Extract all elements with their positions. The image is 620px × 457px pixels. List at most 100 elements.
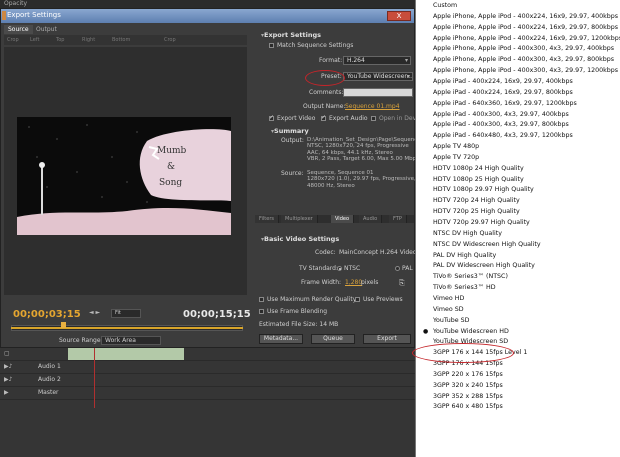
preset-option[interactable]: PAL DV Widescreen High Quality (416, 261, 619, 272)
set-in-point-icon[interactable]: ◄ (89, 309, 94, 316)
tab-ftp[interactable]: FTP (389, 215, 407, 223)
set-out-point-icon[interactable]: ► (96, 309, 101, 316)
preset-annotation-circle (305, 70, 345, 86)
frame-width-label: Frame Width: (301, 279, 342, 286)
source-output-tabs: Source Output (4, 25, 247, 34)
preset-option[interactable]: 3GPP 220 x 176 15fps (416, 370, 619, 381)
preset-option[interactable]: HDTV 1080p 29.97 High Quality (416, 185, 619, 196)
preset-option[interactable]: Apple iPad - 400x300, 4x3, 29.97, 800kbp… (416, 120, 619, 131)
summary-source-text: Sequence, Sequence 01 1280x720 (1.0), 29… (307, 170, 424, 189)
match-sequence-checkbox[interactable] (269, 43, 274, 48)
format-select[interactable]: H.264 (343, 56, 411, 65)
preset-option[interactable]: 3GPP 640 x 480 15fps (416, 402, 619, 413)
zoom-fit-select[interactable]: Fit (111, 309, 141, 318)
crop-left-field[interactable]: Left (30, 36, 39, 44)
preset-option[interactable]: Apple TV 480p (416, 142, 619, 153)
settings-tabs: Filters Multiplexer Video Audio FTP (255, 215, 414, 223)
preset-option[interactable]: TiVo® Series3™ HD (416, 283, 619, 294)
dialog-titlebar[interactable]: Export Settings X (1, 9, 414, 23)
export-video-checkbox[interactable] (269, 114, 274, 121)
comments-input[interactable] (343, 88, 413, 97)
current-timecode[interactable]: 00;00;03;15 (13, 309, 81, 320)
frame-width-value[interactable]: 1,280 (345, 279, 362, 286)
track-toggle-icons[interactable]: ▢ (4, 348, 10, 359)
audio-track-row: ▶♪ Audio 1 (0, 361, 415, 374)
preset-option[interactable]: Apple iPad - 640x480, 4x3, 29.97, 1200kb… (416, 131, 619, 142)
export-settings-dialog: Export Settings X Source Output Crop Lef… (0, 8, 426, 348)
preset-option[interactable]: HDTV 720p 25 High Quality (416, 207, 619, 218)
use-previews-checkbox[interactable] (355, 297, 360, 302)
tv-ntsc-radio[interactable] (337, 266, 342, 271)
preset-option[interactable]: HDTV 720p 29.97 High Quality (416, 218, 619, 229)
frame-blending-checkbox[interactable] (259, 309, 264, 314)
timeline-clip[interactable] (68, 348, 184, 360)
preview-playhead[interactable] (61, 322, 66, 328)
preset-option[interactable]: Apple iPhone, Apple iPod - 400x300, 4x3,… (416, 55, 619, 66)
queue-button[interactable]: Queue (311, 334, 355, 344)
close-button[interactable]: X (387, 11, 411, 21)
summary-output-line: NTSC, 1280x720, 24 fps, Progressive (307, 143, 409, 150)
preset-option[interactable]: Apple iPad - 640x360, 16x9, 29.97, 1200k… (416, 99, 619, 110)
export-settings-heading[interactable]: Export Settings (261, 31, 321, 39)
tab-video[interactable]: Video (331, 215, 355, 223)
timeline-playhead[interactable] (94, 348, 95, 408)
export-button[interactable]: Export (363, 334, 411, 344)
preset-option[interactable]: 3GPP 352 x 288 15fps (416, 392, 619, 403)
tab-filters[interactable]: Filters (255, 215, 279, 223)
preset-option[interactable]: Apple iPhone, Apple iPod - 400x224, 16x9… (416, 23, 619, 34)
open-in-device-central-label: Open in Dev (379, 115, 417, 122)
preset-option[interactable]: Apple iPad - 400x224, 16x9, 29.97, 800kb… (416, 88, 619, 99)
preset-option[interactable]: NTSC DV Widescreen High Quality (416, 240, 619, 251)
export-video-label: Export Video (277, 115, 316, 122)
tab-audio[interactable]: Audio (359, 215, 383, 223)
selection-annotation-circle (412, 343, 514, 363)
preset-option[interactable]: Vimeo HD (416, 294, 619, 305)
preset-option[interactable]: Apple iPhone, Apple iPod - 400x300, 4x3,… (416, 44, 619, 55)
preset-option[interactable]: TiVo® Series3™ (NTSC) (416, 272, 619, 283)
constrain-proportions-icon[interactable]: ⎘ (399, 279, 405, 288)
preset-option[interactable]: 3GPP 320 x 240 15fps (416, 381, 619, 392)
match-sequence-label: Match Sequence Settings (277, 42, 354, 49)
crop-proportions-select[interactable]: Crop (164, 36, 176, 44)
crop-bottom-field[interactable]: Bottom (112, 36, 130, 44)
tab-source[interactable]: Source (4, 25, 33, 34)
preset-option[interactable]: Apple iPad - 400x224, 16x9, 29.97, 400kb… (416, 77, 619, 88)
metadata-button[interactable]: Metadata... (259, 334, 303, 344)
preset-option[interactable]: Vimeo SD (416, 305, 619, 316)
expand-icon[interactable]: ▶ (4, 387, 9, 398)
preset-option[interactable]: HDTV 1080p 24 High Quality (416, 164, 619, 175)
preset-option[interactable]: Apple iPad - 400x300, 4x3, 29.97, 400kbp… (416, 110, 619, 121)
preset-option[interactable]: YouTube SD (416, 316, 619, 327)
summary-output-line: VBR, 2 Pass, Target 6.00, Max 5.00 Mbps (307, 155, 419, 162)
tab-output[interactable]: Output (32, 25, 61, 34)
tv-pal-radio[interactable] (395, 266, 400, 271)
summary-heading[interactable]: Summary (271, 127, 309, 135)
speaker-icon[interactable]: ▶♪ (4, 361, 12, 372)
preset-option[interactable]: HDTV 720p 24 High Quality (416, 196, 619, 207)
speaker-icon[interactable]: ▶♪ (4, 374, 12, 385)
crop-right-field[interactable]: Right (82, 36, 95, 44)
source-range-select[interactable]: Work Area (101, 336, 161, 345)
preset-option[interactable]: Apple TV 720p (416, 153, 619, 164)
preset-option[interactable]: Apple iPhone, Apple iPod - 400x224, 16x9… (416, 34, 620, 45)
crop-tool-icon[interactable]: Crop (7, 36, 19, 44)
output-name-label: Output Name: (303, 103, 346, 110)
preset-option[interactable]: Custom (416, 1, 619, 12)
export-audio-checkbox[interactable] (321, 114, 326, 121)
sequence-timeline: ▢ ▶♪ Audio 1 ▶♪ Audio 2 ▶ Master (0, 348, 415, 457)
preset-option[interactable]: Apple iPhone, Apple iPod - 400x224, 16x9… (416, 12, 619, 23)
comments-label: Comments: (309, 89, 344, 96)
max-render-quality-checkbox[interactable] (259, 297, 264, 302)
preset-select[interactable]: YouTube Widescreen... (343, 72, 413, 81)
svg-text:Mumb: Mumb (157, 146, 187, 156)
open-in-device-central-checkbox[interactable] (371, 116, 376, 121)
preset-option[interactable]: PAL DV High Quality (416, 251, 619, 262)
preset-option[interactable]: HDTV 1080p 25 High Quality (416, 175, 619, 186)
tab-multiplexer[interactable]: Multiplexer (281, 215, 318, 223)
preset-option[interactable]: NTSC DV High Quality (416, 229, 619, 240)
preset-option[interactable]: YouTube Widescreen HD (416, 327, 619, 338)
basic-video-settings-heading[interactable]: Basic Video Settings (261, 235, 339, 243)
crop-top-field[interactable]: Top (56, 36, 64, 44)
output-name-link[interactable]: Sequence 01.mp4 (345, 103, 400, 110)
preset-option[interactable]: Apple iPhone, Apple iPod - 400x300, 4x3,… (416, 66, 619, 77)
